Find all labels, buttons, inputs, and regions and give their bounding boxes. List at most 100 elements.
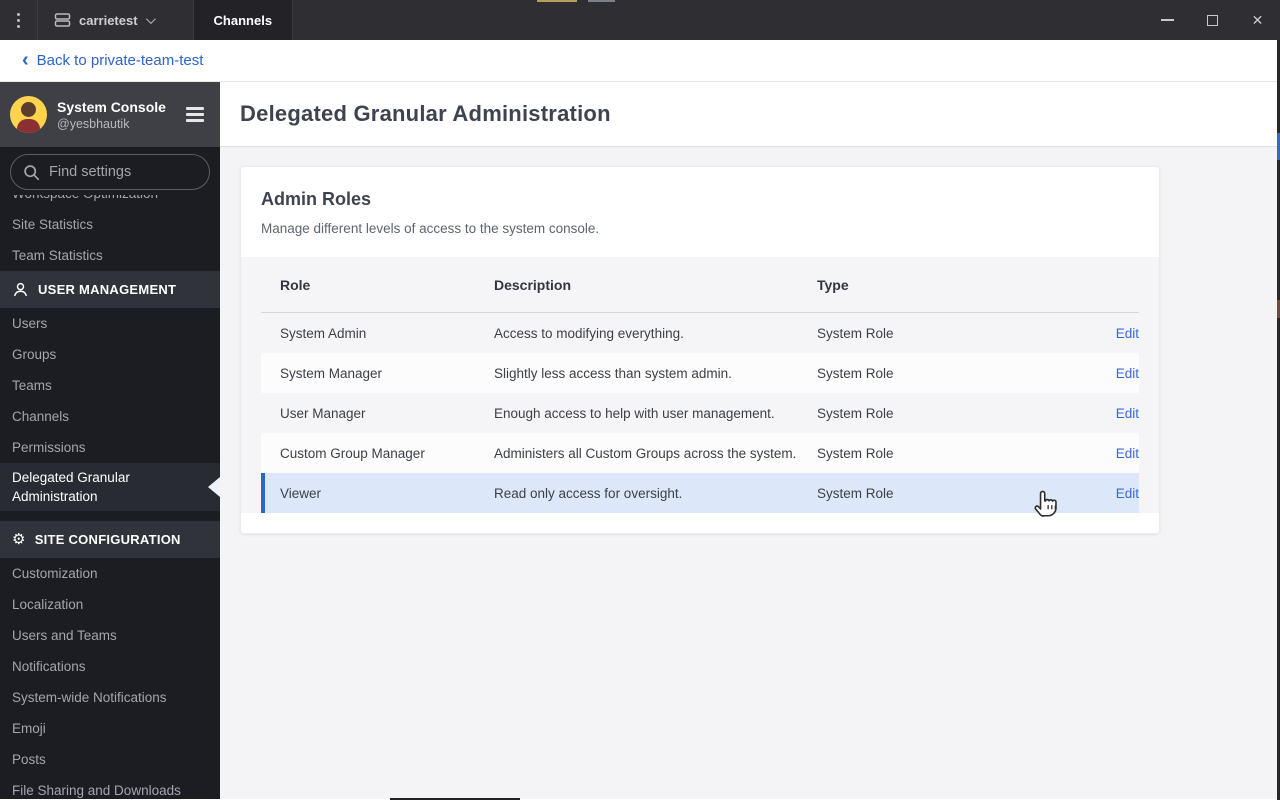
sidebar-item-label: Notifications <box>12 659 86 674</box>
card-footer <box>241 513 1159 533</box>
sidebar-header: System Console @yesbhautik <box>0 82 220 147</box>
sidebar-item-customization[interactable]: Customization <box>0 558 220 589</box>
sidebar-item-label: Delegated Granular Administration <box>12 470 130 504</box>
cell-type: System Role <box>817 325 894 341</box>
sidebar-item-label: Teams <box>12 378 52 393</box>
minimize-icon <box>1161 19 1174 21</box>
edit-link[interactable]: Edit <box>1116 366 1139 381</box>
back-link[interactable]: ‹ Back to private-team-test <box>22 48 204 71</box>
sidebar-item-users[interactable]: Users <box>0 308 220 339</box>
sidebar-item-file-sharing-and-downloads[interactable]: File Sharing and Downloads <box>0 775 220 799</box>
sidebar-item-label: Channels <box>12 409 70 424</box>
top-edge-sliver <box>537 0 577 2</box>
card-title: Admin Roles <box>261 189 372 209</box>
system-console-sidebar: System Console @yesbhautik Workspace Opt… <box>0 82 220 799</box>
avatar[interactable] <box>10 96 47 133</box>
cell-actions: Edit <box>1093 326 1139 341</box>
sidebar-item-label: File Sharing and Downloads <box>12 783 181 798</box>
page-header: Delegated Granular Administration <box>220 82 1280 147</box>
cell-actions: Edit <box>1093 366 1139 381</box>
cell-actions: Edit <box>1093 406 1139 421</box>
sidebar-item-delegated-granular-administration[interactable]: Delegated Granular Administration <box>0 463 220 511</box>
cell-role: System Admin <box>280 325 367 341</box>
sidebar-item-label: Groups <box>12 347 57 362</box>
hand-cursor-icon <box>1034 490 1057 517</box>
cell-type: System Role <box>817 405 894 421</box>
sidebar-item-notifications[interactable]: Notifications <box>0 651 220 682</box>
back-bar: ‹ Back to private-team-test <box>0 40 1280 82</box>
admin-roles-table: Role Description Type System Admin Access… <box>241 257 1159 513</box>
cell-description: Access to modifying everything. <box>494 325 684 341</box>
sidebar-item-posts[interactable]: Posts <box>0 744 220 775</box>
sidebar-item-emoji[interactable]: Emoji <box>0 713 220 744</box>
app-window: carrietest Channels ✕ ‹ Back to private-… <box>0 0 1280 800</box>
cell-role: System Manager <box>280 365 383 381</box>
cell-role: User Manager <box>280 405 366 421</box>
table-row-system-admin[interactable]: System Admin Access to modifying everythi… <box>261 313 1139 353</box>
table-row-viewer[interactable]: Viewer Read only access for oversight. Sys… <box>261 473 1139 513</box>
table-row-user-manager[interactable]: User Manager Enough access to help with u… <box>261 393 1139 433</box>
window-titlebar: carrietest Channels ✕ <box>0 0 1280 40</box>
cell-actions: Edit <box>1093 486 1139 501</box>
settings-search <box>0 147 220 195</box>
edit-link[interactable]: Edit <box>1116 486 1139 501</box>
sidebar-item-localization[interactable]: Localization <box>0 589 220 620</box>
table-row-custom-group-manager[interactable]: Custom Group Manager Administers all Cust… <box>261 433 1139 473</box>
back-chevron-icon: ‹ <box>22 48 29 71</box>
close-icon: ✕ <box>1251 12 1264 28</box>
sidebar-item-channels[interactable]: Channels <box>0 401 220 432</box>
chevron-down-icon <box>145 13 156 24</box>
server-selector[interactable]: carrietest <box>38 0 167 40</box>
main-area: Delegated Granular Administration Admin … <box>220 82 1280 799</box>
hamburger-menu-icon[interactable] <box>184 103 206 126</box>
server-icon <box>54 13 71 27</box>
sidebar-item-label: Site Statistics <box>12 217 94 232</box>
sidebar-item-team-statistics[interactable]: Team Statistics <box>0 240 220 271</box>
cell-description: Enough access to help with user manageme… <box>494 405 775 421</box>
gear-icon: ⚙ <box>12 531 26 548</box>
maximize-button[interactable] <box>1190 0 1235 40</box>
sidebar-item-users-and-teams[interactable]: Users and Teams <box>0 620 220 651</box>
maximize-icon <box>1207 14 1218 26</box>
search-input[interactable] <box>49 164 189 180</box>
card-header: Admin Roles Manage different levels of a… <box>241 167 1159 257</box>
sidebar-section-user-management: USER MANAGEMENT <box>0 271 220 308</box>
edit-link[interactable]: Edit <box>1116 326 1139 341</box>
column-header-role: Role <box>280 276 311 293</box>
console-username: @yesbhautik <box>57 116 130 131</box>
search-icon <box>24 164 40 180</box>
user-management-icon <box>14 282 27 297</box>
cell-role: Custom Group Manager <box>280 445 425 461</box>
console-title: System Console <box>57 98 166 115</box>
sidebar-item-label: Users <box>12 316 48 331</box>
top-edge-sliver <box>588 0 615 2</box>
tab-channels[interactable]: Channels <box>192 0 294 40</box>
edit-link[interactable]: Edit <box>1116 406 1139 421</box>
sidebar-item-label: Permissions <box>12 440 86 455</box>
sidebar-item-teams[interactable]: Teams <box>0 370 220 401</box>
sidebar-item-site-statistics[interactable]: Site Statistics <box>0 209 220 240</box>
sidebar-item-label: Users and Teams <box>12 628 117 643</box>
sidebar-item-label: Team Statistics <box>12 248 103 263</box>
table-row-system-manager[interactable]: System Manager Slightly less access than … <box>261 353 1139 393</box>
close-button[interactable]: ✕ <box>1235 0 1280 40</box>
sidebar-nav: Workspace OptimizationSite StatisticsTea… <box>0 178 220 799</box>
minimize-button[interactable] <box>1145 0 1190 40</box>
column-header-description: Description <box>494 276 572 293</box>
back-link-label: Back to private-team-test <box>36 52 204 69</box>
page-body: Admin Roles Manage different levels of a… <box>220 147 1280 799</box>
sidebar-item-system-wide-notifications[interactable]: System-wide Notifications <box>0 682 220 713</box>
sidebar-item-groups[interactable]: Groups <box>0 339 220 370</box>
sidebar-item-label: Localization <box>12 597 84 612</box>
kebab-menu-icon[interactable] <box>0 0 37 40</box>
sidebar-item-label: Customization <box>12 566 98 581</box>
sidebar-section-site-configuration: ⚙ SITE CONFIGURATION <box>0 521 220 558</box>
sidebar-item-permissions[interactable]: Permissions <box>0 432 220 463</box>
cell-type: System Role <box>817 365 894 381</box>
sidebar-section-label: USER MANAGEMENT <box>38 282 177 297</box>
cell-actions: Edit <box>1093 446 1139 461</box>
edit-link[interactable]: Edit <box>1116 446 1139 461</box>
sidebar-item-label: Posts <box>12 752 46 767</box>
cell-description: Slightly less access than system admin. <box>494 365 732 381</box>
cell-description: Read only access for oversight. <box>494 485 683 501</box>
